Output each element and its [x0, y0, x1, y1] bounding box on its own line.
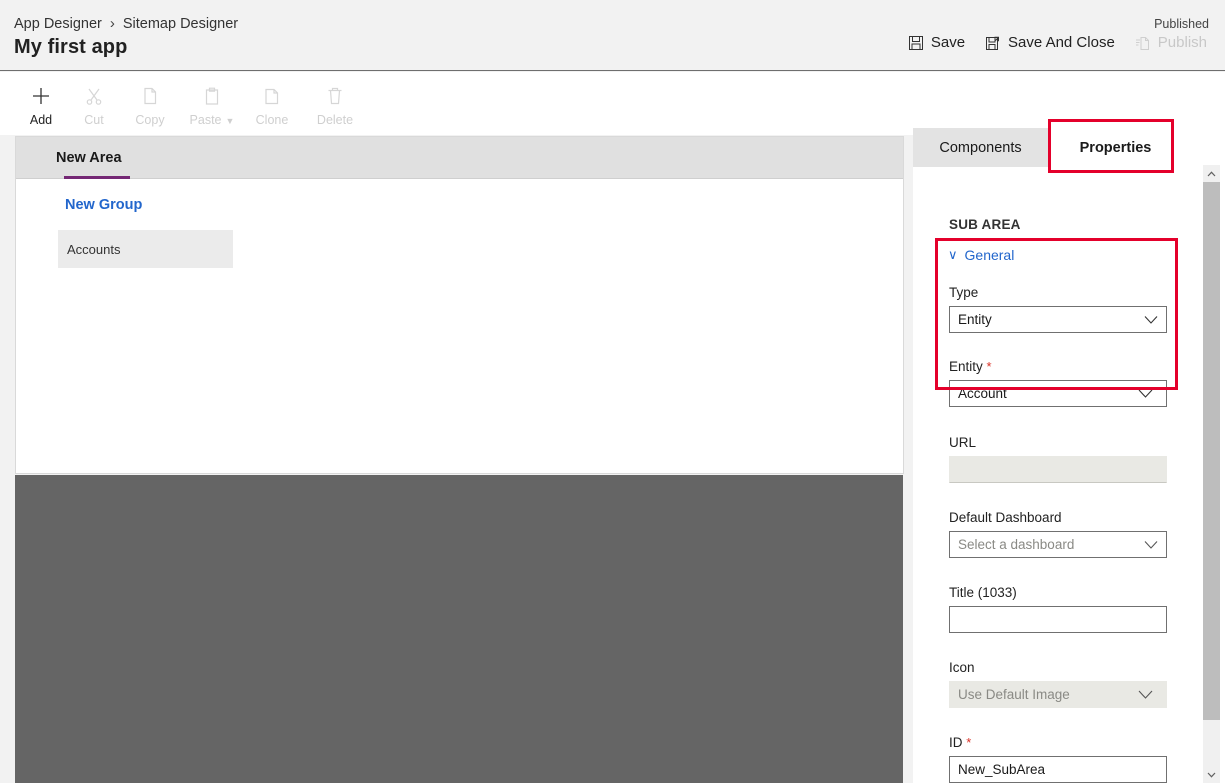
sitemap-canvas: New Area New Group Accounts — [15, 136, 904, 474]
panel-scrollbar[interactable] — [1203, 165, 1220, 783]
field-icon-label: Icon — [949, 660, 975, 675]
id-input-value: New_SubArea — [958, 762, 1046, 777]
field-type-label: Type — [949, 285, 979, 300]
area-tab-new-area[interactable]: New Area — [52, 137, 126, 179]
required-marker: * — [986, 359, 992, 374]
url-input[interactable] — [949, 456, 1167, 483]
publish-button[interactable]: Publish — [1125, 30, 1217, 55]
chevron-down-icon — [1144, 312, 1158, 327]
chevron-down-icon — [1144, 537, 1158, 552]
published-status: Published — [1154, 17, 1209, 31]
entity-select-value: Account — [958, 386, 1007, 401]
field-default-dashboard-label: Default Dashboard — [949, 510, 1062, 525]
group-title-new-group[interactable]: New Group — [65, 197, 142, 213]
required-marker: * — [966, 735, 972, 750]
toolbar-add-label: Add — [29, 113, 53, 127]
scissors-icon — [66, 79, 122, 113]
toolbar-cut-button[interactable]: Cut — [66, 79, 122, 127]
toolbar-cut-label: Cut — [84, 113, 104, 127]
canvas-empty-region — [15, 475, 903, 783]
field-id-label: ID * — [949, 735, 972, 750]
panel-section-title: SUB AREA — [949, 217, 1021, 232]
app-header: App Designer › Sitemap Designer My first… — [0, 0, 1225, 71]
toolbar-delete-label: Delete — [316, 113, 354, 127]
general-section-label: General — [964, 247, 1015, 263]
save-and-close-icon — [985, 35, 1001, 51]
field-default-dashboard: Default Dashboard Select a dashboard — [949, 510, 1167, 558]
default-dashboard-placeholder: Select a dashboard — [958, 537, 1075, 552]
chevron-down-icon: ∨ — [948, 247, 958, 262]
save-and-close-button-label: Save And Close — [1008, 34, 1115, 51]
field-id: ID * New_SubArea — [949, 735, 1167, 783]
field-entity-label: Entity * — [949, 359, 992, 374]
area-tab-active-indicator — [64, 176, 130, 179]
type-select-value: Entity — [958, 312, 992, 327]
save-button[interactable]: Save — [898, 30, 975, 55]
icon-select-value: Use Default Image — [958, 687, 1070, 702]
chevron-down-icon — [1138, 687, 1153, 702]
chevron-down-icon[interactable]: ▼ — [226, 116, 235, 126]
clone-icon — [244, 79, 300, 113]
save-and-close-button[interactable]: Save And Close — [975, 30, 1125, 55]
publish-button-label: Publish — [1157, 34, 1207, 51]
panel-tabs: Components Properties — [913, 128, 1225, 167]
area-tab-label: New Area — [56, 150, 122, 166]
scrollbar-thumb[interactable] — [1203, 182, 1220, 720]
type-select[interactable]: Entity — [949, 306, 1167, 333]
toolbar-copy-button[interactable]: Copy — [122, 79, 178, 127]
scroll-up-arrow-icon[interactable] — [1203, 165, 1220, 182]
field-icon: Icon Use Default Image — [949, 660, 1167, 708]
save-button-label: Save — [930, 34, 966, 51]
command-toolbar: Add Cut Copy Paste ▼ Clone Delete — [0, 72, 1225, 135]
tab-properties[interactable]: Properties — [1048, 128, 1183, 167]
chevron-right-icon: › — [109, 15, 115, 32]
field-type: Type Entity — [949, 285, 1167, 333]
chevron-down-icon — [1138, 386, 1153, 401]
entity-select[interactable]: Account — [949, 380, 1167, 407]
clipboard-icon — [184, 79, 240, 113]
field-url-label: URL — [949, 435, 977, 450]
page-title: My first app — [14, 36, 128, 58]
general-section-toggle[interactable]: ∨ General — [948, 247, 1014, 263]
field-url: URL — [949, 435, 1167, 483]
header-actions: Save Save And Close Publish — [898, 30, 1217, 55]
breadcrumb-parent-link[interactable]: App Designer — [14, 16, 102, 32]
trash-icon — [307, 79, 363, 113]
save-icon — [908, 35, 924, 51]
subarea-item-accounts[interactable]: Accounts — [58, 230, 233, 268]
title-input[interactable] — [949, 606, 1167, 633]
copy-icon — [122, 79, 178, 113]
toolbar-paste-button[interactable]: Paste ▼ — [184, 79, 240, 127]
toolbar-copy-label: Copy — [135, 113, 165, 127]
toolbar-add-button[interactable]: Add — [13, 79, 69, 127]
scroll-down-arrow-icon[interactable] — [1203, 766, 1220, 783]
publish-icon — [1135, 35, 1151, 51]
tab-properties-label: Properties — [1079, 139, 1152, 156]
field-entity: Entity * Account — [949, 359, 1167, 407]
breadcrumb-current[interactable]: Sitemap Designer — [123, 16, 238, 32]
field-title-label: Title (1033) — [949, 585, 1017, 600]
area-tab-bar: New Area — [16, 137, 903, 179]
tab-components[interactable]: Components — [913, 128, 1048, 167]
toolbar-paste-label: Paste — [189, 113, 222, 127]
subarea-item-label: Accounts — [67, 241, 121, 257]
toolbar-delete-button[interactable]: Delete — [307, 79, 363, 127]
default-dashboard-select[interactable]: Select a dashboard — [949, 531, 1167, 558]
properties-panel: Components Properties SUB AREA ∨ General… — [913, 128, 1225, 783]
field-title: Title (1033) — [949, 585, 1167, 633]
plus-icon — [13, 79, 69, 113]
breadcrumb: App Designer › Sitemap Designer — [14, 15, 238, 32]
toolbar-clone-button[interactable]: Clone — [244, 79, 300, 127]
tab-components-label: Components — [939, 139, 1022, 156]
icon-select[interactable]: Use Default Image — [949, 681, 1167, 708]
id-input[interactable]: New_SubArea — [949, 756, 1167, 783]
toolbar-clone-label: Clone — [255, 113, 289, 127]
